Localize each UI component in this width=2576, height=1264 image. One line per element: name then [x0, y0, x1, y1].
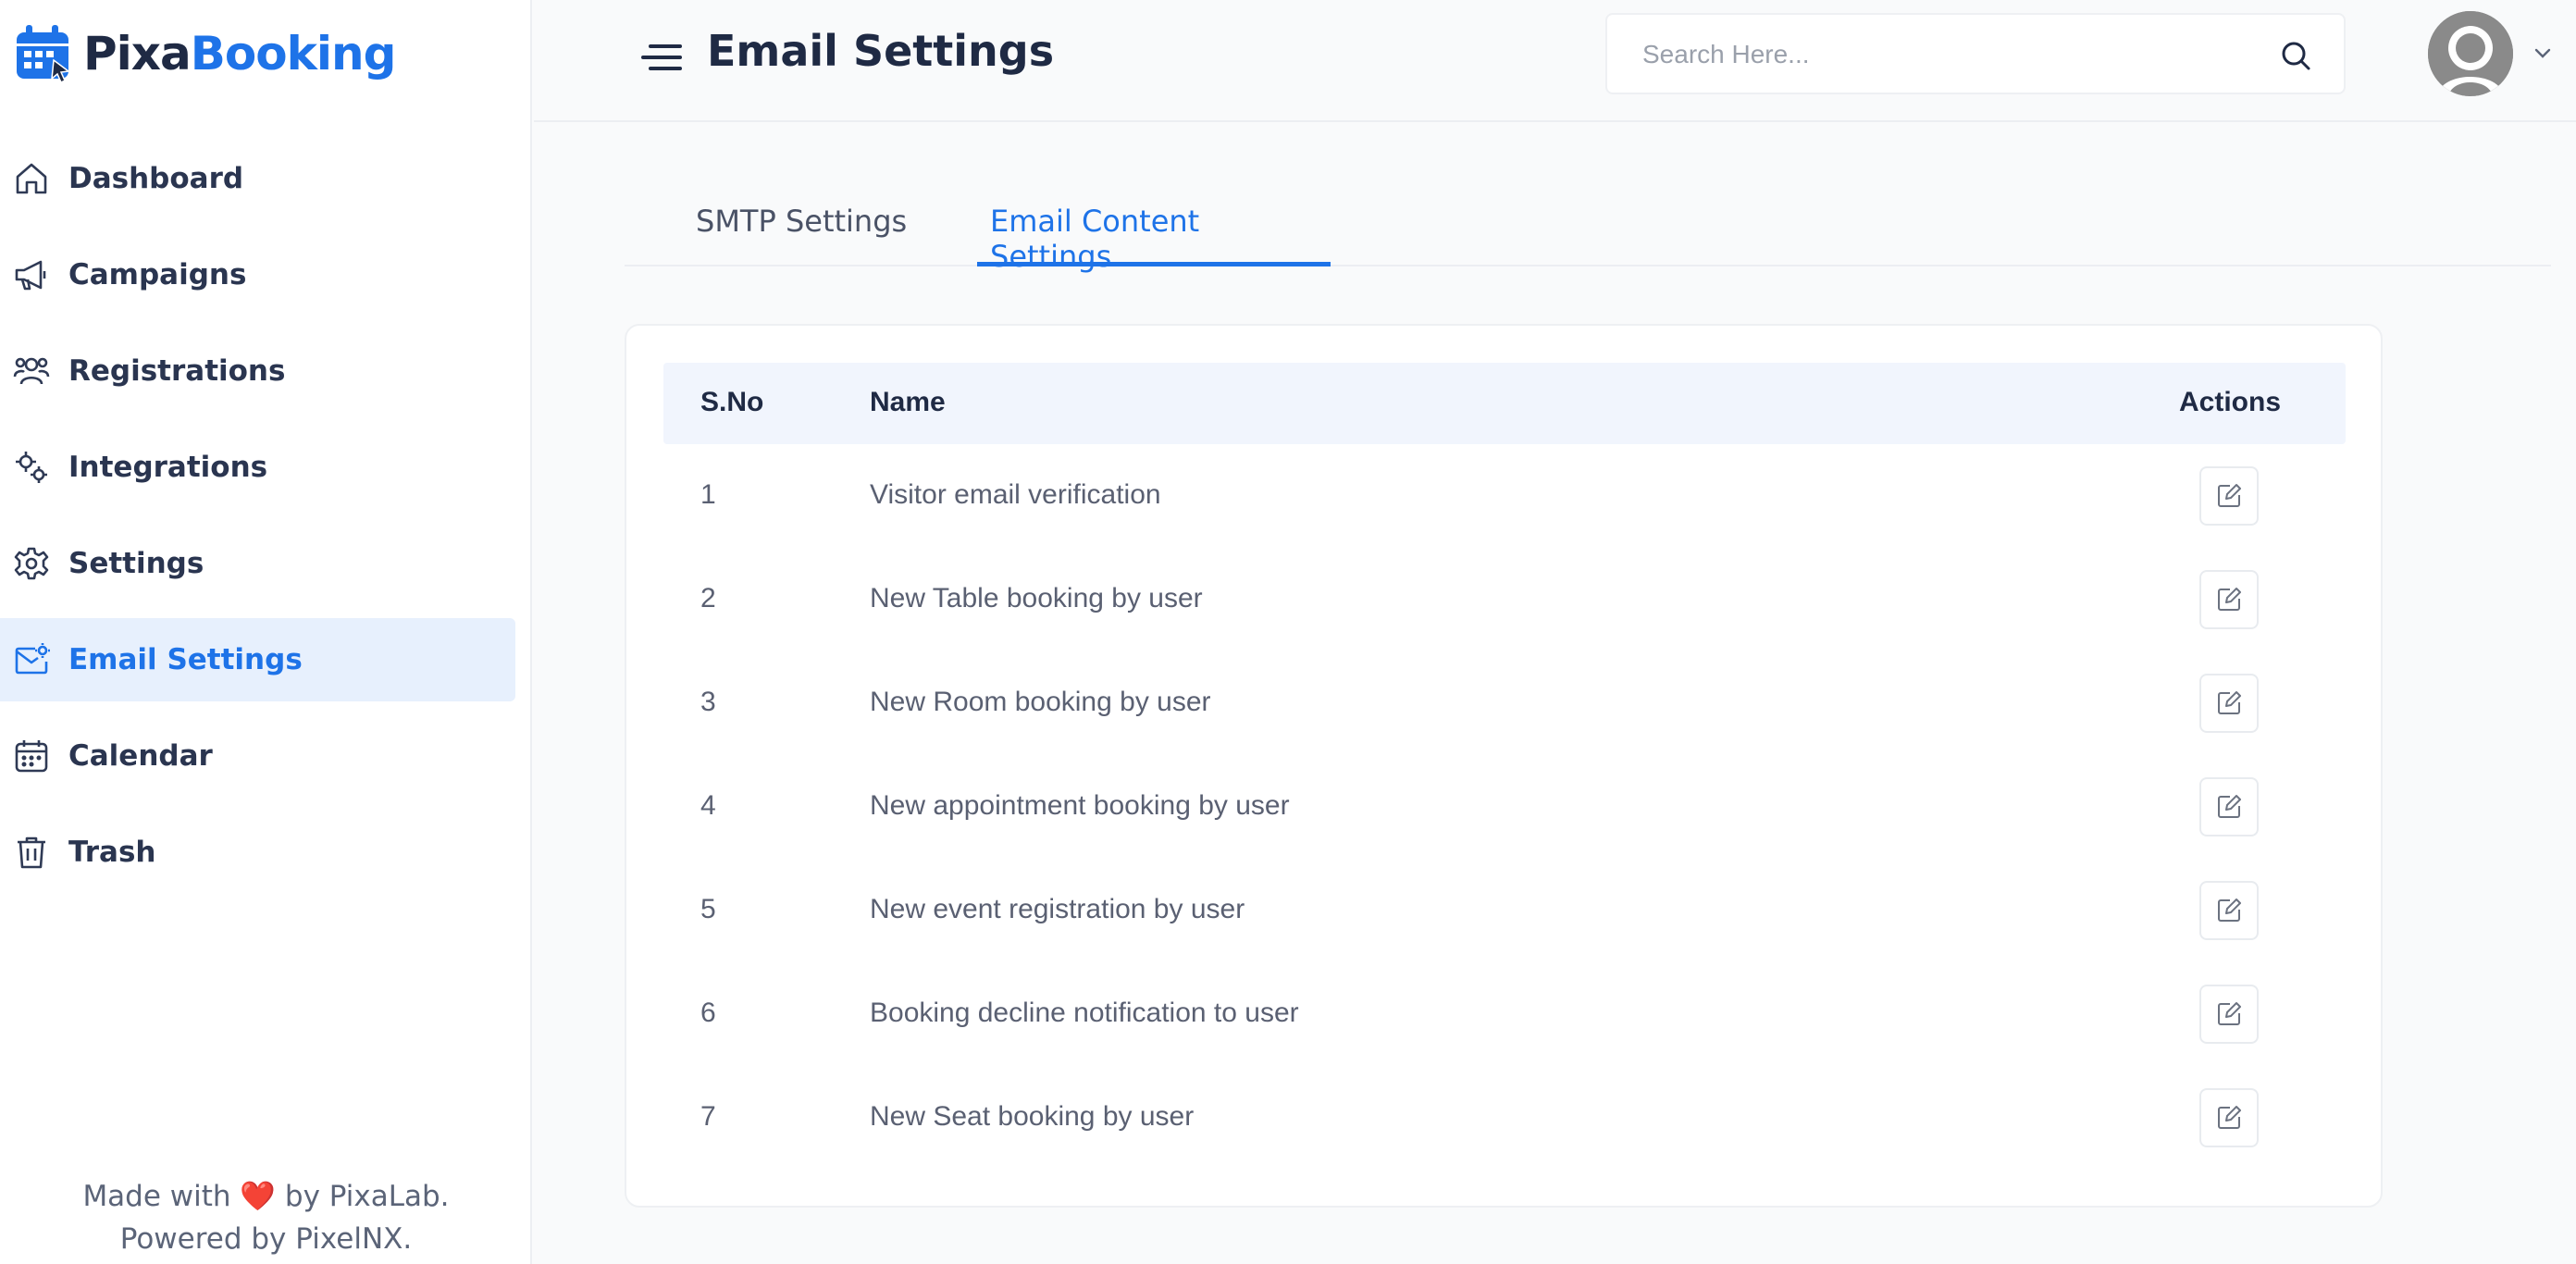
gear-icon — [13, 545, 50, 582]
sidebar-item-label: Email Settings — [68, 643, 303, 676]
row-name: Visitor email verification — [870, 479, 1161, 510]
sidebar-item-label: Calendar — [68, 739, 213, 773]
sidebar-item-dashboard[interactable]: Dashboard — [0, 137, 515, 220]
edit-icon — [2218, 898, 2241, 922]
table-row: 5 New event registration by user — [663, 859, 2346, 962]
users-icon — [13, 353, 50, 390]
table-body: 1 Visitor email verification 2 New Table… — [663, 444, 2346, 1170]
row-sno: 2 — [700, 583, 716, 613]
brand-name-part1: Pixa — [83, 27, 192, 81]
table-row: 3 New Room booking by user — [663, 651, 2346, 755]
chevron-down-icon[interactable] — [2531, 41, 2555, 65]
avatar[interactable] — [2428, 11, 2513, 96]
row-name: New event registration by user — [870, 894, 1245, 924]
megaphone-icon — [13, 256, 50, 293]
column-header-actions: Actions — [2179, 387, 2282, 417]
home-icon — [13, 160, 50, 197]
top-header: Email Settings — [534, 0, 2576, 122]
sidebar-item-settings[interactable]: Settings — [0, 522, 515, 605]
menu-toggle-icon[interactable] — [638, 39, 682, 76]
edit-button[interactable] — [2199, 985, 2259, 1044]
sidebar-item-campaigns[interactable]: Campaigns — [0, 233, 515, 316]
sidebar-item-label: Integrations — [68, 451, 268, 484]
table-row: 1 Visitor email verification — [663, 444, 2346, 548]
sidebar-item-label: Registrations — [68, 354, 286, 388]
edit-icon — [2218, 1106, 2241, 1129]
column-header-sno: S.No — [700, 387, 764, 417]
sidebar-item-integrations[interactable]: Integrations — [0, 426, 515, 509]
footer-line-1: Made with ❤️ by PixaLab. — [0, 1175, 532, 1218]
row-name: New appointment booking by user — [870, 790, 1290, 821]
footer-line-2: Powered by PixelNX. — [119, 1222, 413, 1256]
search-box — [1605, 13, 2346, 94]
table-row: 4 New appointment booking by user — [663, 755, 2346, 859]
sidebar-item-trash[interactable]: Trash — [0, 811, 515, 894]
row-sno: 7 — [700, 1101, 716, 1132]
sidebar: PixaBooking Dashboard Campaigns Registra… — [0, 0, 532, 1264]
brand-logo[interactable]: PixaBooking — [13, 20, 397, 87]
sidebar-item-label: Campaigns — [68, 258, 247, 291]
page-title: Email Settings — [707, 26, 1055, 76]
row-sno: 1 — [700, 479, 716, 510]
table-row: 7 New Seat booking by user — [663, 1066, 2346, 1170]
edit-button[interactable] — [2199, 570, 2259, 629]
edit-icon — [2218, 588, 2241, 611]
sidebar-item-email-settings[interactable]: Email Settings — [0, 618, 515, 701]
brand-name: PixaBooking — [83, 27, 397, 81]
edit-button[interactable] — [2199, 881, 2259, 940]
sidebar-item-label: Settings — [68, 547, 204, 580]
search-input[interactable] — [1642, 33, 2272, 76]
sidebar-item-registrations[interactable]: Registrations — [0, 329, 515, 413]
edit-icon — [2218, 484, 2241, 507]
edit-button[interactable] — [2199, 466, 2259, 526]
heart-icon: ❤️ — [240, 1180, 277, 1213]
search-icon[interactable] — [2277, 37, 2314, 74]
sidebar-item-label: Dashboard — [68, 162, 244, 195]
footer-made-with: Made with — [82, 1180, 231, 1213]
trash-icon — [13, 834, 50, 871]
column-header-name: Name — [870, 387, 946, 417]
table-row: 2 New Table booking by user — [663, 548, 2346, 651]
sidebar-footer: Made with ❤️ by PixaLab. Powered by Pixe… — [0, 1175, 532, 1260]
brand-name-part2: Booking — [190, 27, 397, 81]
row-name: New Table booking by user — [870, 583, 1203, 613]
row-sno: 3 — [700, 687, 716, 717]
sidebar-item-label: Trash — [68, 836, 156, 869]
tab-email-content-settings[interactable]: Email Content Settings — [977, 181, 1331, 274]
row-sno: 4 — [700, 790, 716, 821]
edit-icon — [2218, 795, 2241, 818]
settings-tabs: SMTP Settings Email Content Settings — [625, 181, 2551, 274]
integration-gears-icon — [13, 449, 50, 486]
sidebar-nav: Dashboard Campaigns Registrations Integr… — [0, 137, 532, 907]
edit-icon — [2218, 1002, 2241, 1025]
email-content-table-card: S.No Name Actions 1 Visitor email verifi… — [625, 324, 2383, 1208]
calendar-logo-icon — [17, 25, 70, 84]
table-header: S.No Name Actions — [663, 363, 2346, 444]
tab-smtp-settings[interactable]: SMTP Settings — [683, 181, 920, 266]
edit-button[interactable] — [2199, 674, 2259, 733]
table-row: 6 Booking decline notification to user — [663, 962, 2346, 1066]
edit-button[interactable] — [2199, 1088, 2259, 1147]
edit-button[interactable] — [2199, 777, 2259, 836]
row-sno: 6 — [700, 998, 716, 1028]
edit-icon — [2218, 691, 2241, 714]
row-sno: 5 — [700, 894, 716, 924]
row-name: Booking decline notification to user — [870, 998, 1299, 1028]
mail-settings-icon — [13, 641, 50, 678]
row-name: New Seat booking by user — [870, 1101, 1195, 1132]
sidebar-item-calendar[interactable]: Calendar — [0, 714, 515, 798]
user-avatar-icon — [2428, 11, 2513, 96]
calendar-icon — [13, 737, 50, 775]
footer-by-pixalab: by PixaLab. — [284, 1180, 450, 1213]
row-name: New Room booking by user — [870, 687, 1211, 717]
